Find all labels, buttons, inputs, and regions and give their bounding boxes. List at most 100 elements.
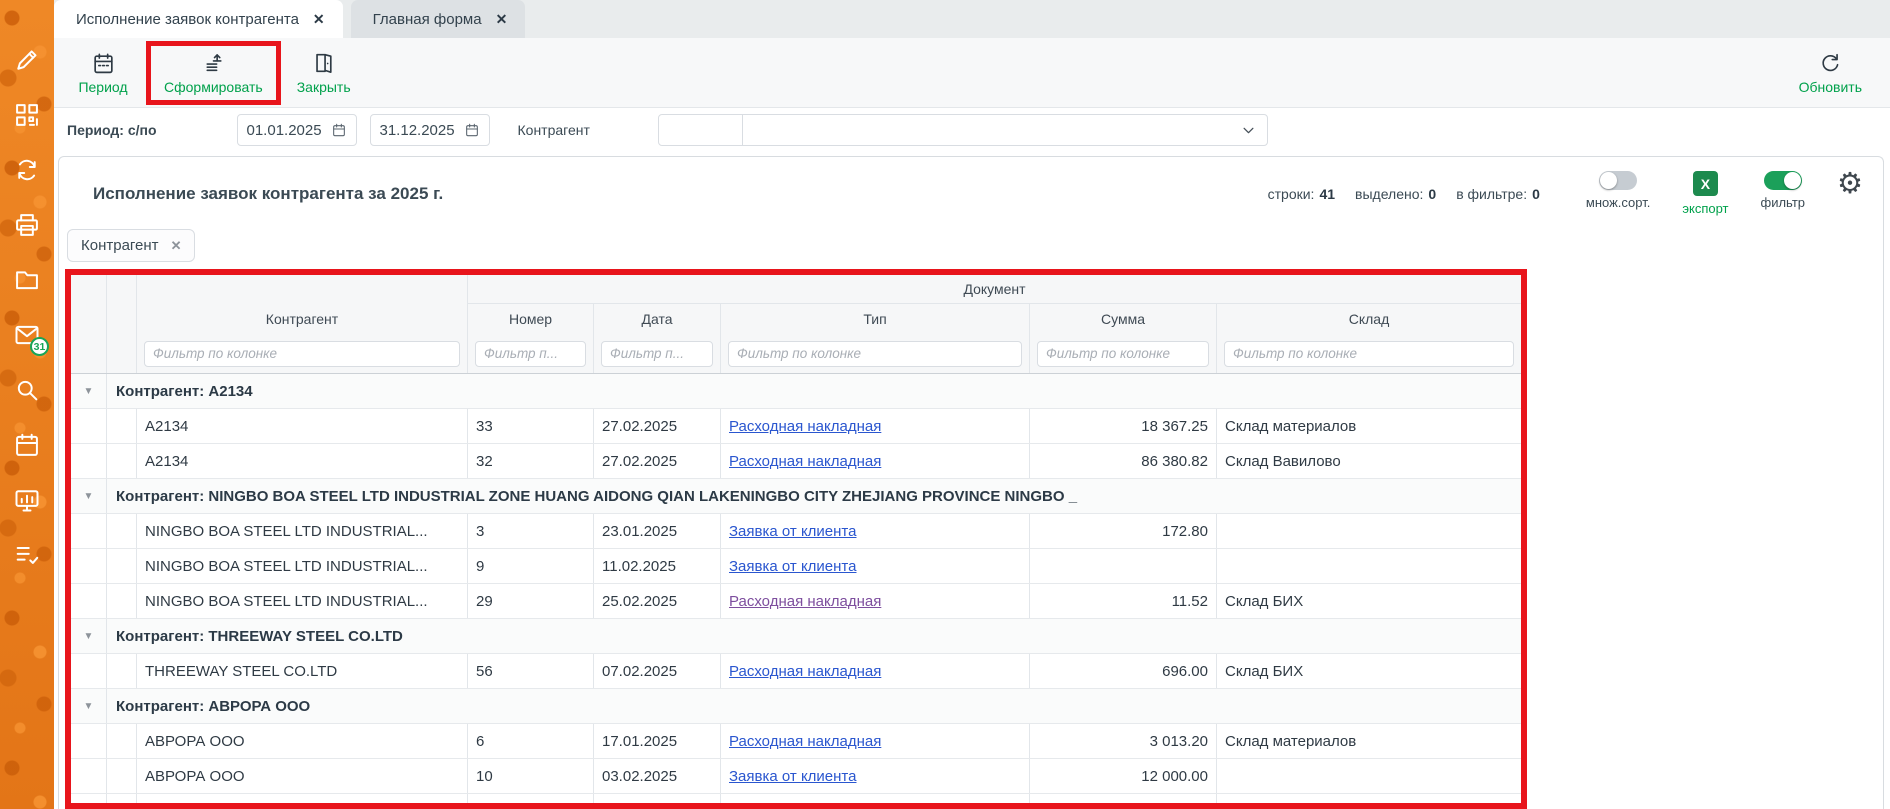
tab-main-form[interactable]: Главная форма ✕ [351, 0, 526, 38]
tab-report-label: Исполнение заявок контрагента [76, 11, 299, 28]
column-filter-input-5[interactable] [1224, 341, 1514, 367]
row-expander-cell [71, 724, 107, 758]
calendar-icon[interactable] [331, 122, 347, 138]
row-selector-cell [107, 549, 137, 583]
table-controls: множ.сорт. X экспорт фильтр ⚙ [1586, 171, 1863, 216]
print-icon[interactable] [13, 211, 41, 239]
column-header-1[interactable]: Номер [468, 304, 594, 334]
expand-collapse-icon[interactable]: ▼ [71, 689, 107, 723]
export-button[interactable]: X экспорт [1682, 171, 1728, 216]
refresh-icon [1818, 51, 1843, 76]
row-selector-cell [107, 794, 137, 809]
column-header-4[interactable]: Сумма [1030, 304, 1217, 334]
expand-collapse-icon[interactable]: ▼ [71, 619, 107, 653]
gear-icon[interactable]: ⚙ [1837, 173, 1863, 195]
document-type-link[interactable]: Расходная накладная [729, 453, 881, 470]
table-row[interactable]: АВРОРА ООО2006.02.2025Расходная накладна… [71, 794, 1521, 809]
tab-report[interactable]: Исполнение заявок контрагента ✕ [54, 0, 343, 38]
multisort-label: множ.сорт. [1586, 195, 1650, 210]
document-type-link[interactable]: Расходная накладная [729, 663, 881, 680]
calendar-icon[interactable] [464, 122, 480, 138]
edit-icon[interactable] [13, 46, 41, 74]
column-header-2[interactable]: Дата [594, 304, 721, 334]
cell-date: 06.02.2025 [594, 794, 721, 809]
search-icon[interactable] [13, 376, 41, 404]
counterparty-combobox [658, 114, 1268, 146]
document-type-link[interactable]: Заявка от клиента [729, 768, 856, 785]
column-header-3[interactable]: Тип [721, 304, 1030, 334]
table-row[interactable]: NINGBO BOA STEEL LTD INDUSTRIAL...911.02… [71, 549, 1521, 584]
document-type-link[interactable]: Расходная накладная [729, 593, 881, 610]
toggle-on-icon[interactable] [1764, 171, 1802, 190]
table-row[interactable]: A21343227.02.2025Расходная накладная86 3… [71, 444, 1521, 479]
document-type-link[interactable]: Расходная накладная [729, 803, 881, 809]
cell-date: 11.02.2025 [594, 549, 721, 583]
column-filter-input-4[interactable] [1037, 341, 1209, 367]
cell-counterparty: АВРОРА ООО [137, 759, 468, 793]
chip-remove-icon[interactable]: ✕ [171, 238, 182, 254]
table-row[interactable]: АВРОРА ООО1003.02.2025Заявка от клиента1… [71, 759, 1521, 794]
monitor-icon[interactable] [13, 486, 41, 514]
group-row[interactable]: ▼Контрагент: АВРОРА ООО [71, 689, 1521, 724]
group-row[interactable]: ▼Контрагент: A2134 [71, 374, 1521, 409]
counterparty-column-header-pad [137, 275, 468, 304]
report-header: Исполнение заявок контрагента за 2025 г.… [59, 157, 1883, 218]
group-row[interactable]: ▼Контрагент: NINGBO BOA STEEL LTD INDUST… [71, 479, 1521, 514]
calendar-icon[interactable] [13, 431, 41, 459]
tab-bar: Исполнение заявок контрагента ✕ Главная … [54, 0, 1890, 38]
expand-collapse-icon[interactable]: ▼ [71, 479, 107, 513]
date-to-field[interactable]: 31.12.2025 [370, 114, 490, 146]
counterparty-filter-chip[interactable]: Контрагент ✕ [67, 229, 195, 262]
excel-icon[interactable]: X [1693, 171, 1718, 196]
checklist-icon[interactable] [13, 541, 41, 569]
toggle-off-icon[interactable] [1599, 171, 1637, 190]
filtered-count: в фильтре:0 [1456, 186, 1540, 202]
report-table: ДокументКонтрагентНомерДатаТипСуммаСклад… [71, 275, 1521, 809]
mail-icon[interactable]: 31 [13, 321, 41, 349]
qr-code-icon[interactable] [13, 101, 41, 129]
group-row[interactable]: ▼Контрагент: THREEWAY STEEL CO.LTD [71, 619, 1521, 654]
document-type-link[interactable]: Расходная накладная [729, 418, 881, 435]
table-row[interactable]: NINGBO BOA STEEL LTD INDUSTRIAL...2925.0… [71, 584, 1521, 619]
column-filter-input-3[interactable] [728, 341, 1022, 367]
cell-date: 25.02.2025 [594, 584, 721, 618]
table-row[interactable]: NINGBO BOA STEEL LTD INDUSTRIAL...323.01… [71, 514, 1521, 549]
date-from-field[interactable]: 01.01.2025 [237, 114, 357, 146]
cell-sum [1030, 549, 1217, 583]
generate-button-label: Сформировать [164, 79, 263, 95]
period-button-label: Период [78, 79, 127, 95]
tab-report-close-icon[interactable]: ✕ [313, 11, 325, 28]
counterparty-code-input[interactable] [659, 115, 743, 145]
column-filter-input-1[interactable] [475, 341, 586, 367]
column-header-5[interactable]: Склад [1217, 304, 1521, 334]
sync-icon[interactable] [13, 156, 41, 184]
period-button[interactable]: Период [70, 49, 136, 97]
cell-counterparty: THREEWAY STEEL CO.LTD [137, 654, 468, 688]
close-button[interactable]: Закрыть [291, 49, 357, 97]
generate-button[interactable]: Сформировать [160, 49, 267, 97]
multisort-toggle[interactable]: множ.сорт. [1586, 171, 1650, 210]
document-type-link[interactable]: Заявка от клиента [729, 558, 856, 575]
document-type-link[interactable]: Расходная накладная [729, 733, 881, 750]
table-header-row: КонтрагентНомерДатаТипСуммаСклад [71, 304, 1521, 334]
cell-counterparty: АВРОРА ООО [137, 724, 468, 758]
expand-collapse-icon[interactable]: ▼ [71, 374, 107, 408]
chevron-down-icon[interactable] [1230, 123, 1267, 138]
table-row[interactable]: THREEWAY STEEL CO.LTD5607.02.2025Расходн… [71, 654, 1521, 689]
column-filter-input-2[interactable] [601, 341, 713, 367]
cell-sum: 14.40 [1030, 794, 1217, 809]
filter-toggle[interactable]: фильтр [1761, 171, 1805, 210]
document-type-link[interactable]: Заявка от клиента [729, 523, 856, 540]
cell-number: 6 [468, 724, 594, 758]
group-label: Контрагент: THREEWAY STEEL CO.LTD [107, 619, 1521, 653]
cell-document-type: Расходная накладная [721, 654, 1030, 688]
table-row[interactable]: АВРОРА ООО617.01.2025Расходная накладная… [71, 724, 1521, 759]
app-window: 31 Исполнение заявок контрагента ✕ Главн… [0, 0, 1890, 809]
column-header-0[interactable]: Контрагент [137, 304, 468, 334]
column-filter-input-0[interactable] [144, 341, 460, 367]
group-label: Контрагент: АВРОРА ООО [107, 689, 1521, 723]
table-row[interactable]: A21343327.02.2025Расходная накладная18 3… [71, 409, 1521, 444]
refresh-button[interactable]: Обновить [1795, 49, 1866, 97]
tab-main-form-close-icon[interactable]: ✕ [496, 11, 508, 28]
folder-icon[interactable] [13, 266, 41, 294]
